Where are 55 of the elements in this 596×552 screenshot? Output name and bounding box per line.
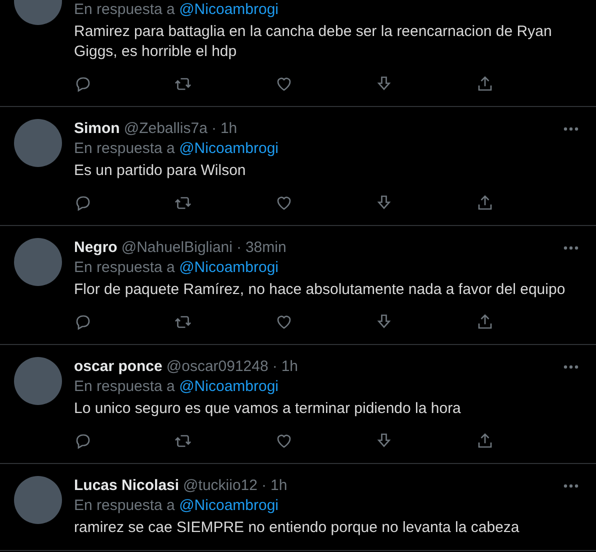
separator-dot: · [261, 476, 266, 496]
avatar[interactable] [14, 357, 62, 405]
retweet-icon[interactable] [174, 194, 192, 212]
separator-dot: · [272, 357, 278, 377]
timestamp[interactable]: 38min [245, 238, 286, 258]
username[interactable]: @oscar091248 [166, 357, 268, 377]
separator-dot: · [236, 238, 242, 258]
arrow-down-icon[interactable] [375, 432, 394, 450]
reply-label: En respuesta a [74, 1, 175, 18]
timestamp[interactable]: 1h [281, 357, 298, 377]
tweet-text: ramirez se cae SIEMPRE no entiendo porque no levanta la cabeza [74, 518, 520, 538]
username[interactable]: @NahuelBigliani [121, 238, 232, 258]
mention-link[interactable]: @Nicoambrogi [179, 259, 279, 276]
share-icon[interactable] [476, 313, 494, 331]
share-icon[interactable] [476, 194, 494, 212]
reply-label: En respuesta a [74, 259, 175, 276]
tweet-text: Lo unico seguro es que vamos a terminar pidiendo la hora [74, 399, 462, 419]
mention-link[interactable]: @Nicoambrogi [179, 140, 279, 157]
username[interactable]: @tuckiio12 [183, 476, 258, 496]
mention-link[interactable]: @Nicoambrogi [179, 378, 279, 395]
avatar[interactable] [14, 476, 62, 524]
reply-icon[interactable] [74, 194, 92, 212]
retweet-icon[interactable] [174, 75, 192, 93]
reply-label: En respuesta a [74, 140, 175, 157]
mention-link[interactable]: @Nicoambrogi [179, 497, 279, 514]
tweet-text: Flor de paquete Ramírez, no hace absolutamente nada a favor del equipo [74, 280, 566, 300]
display-name[interactable]: Lucas Nicolasi [74, 476, 180, 496]
retweet-icon[interactable] [174, 432, 192, 450]
reply-icon[interactable] [74, 432, 92, 450]
timestamp[interactable]: 1h [220, 119, 238, 139]
avatar[interactable] [14, 238, 62, 286]
tweet-text: Ramirez para battaglia en la cancha debe ser la reencarnacion de Ryan Giggs, es horrible el hdp [74, 22, 553, 62]
reply-label: En respuesta a [74, 378, 175, 395]
avatar[interactable] [14, 119, 62, 167]
arrow-down-icon[interactable] [375, 75, 394, 93]
heart-icon[interactable] [274, 432, 293, 450]
heart-icon[interactable] [274, 313, 293, 331]
display-name[interactable]: Negro [74, 238, 118, 258]
username[interactable]: @Zeballis7a [124, 119, 208, 139]
arrow-down-icon[interactable] [375, 313, 394, 331]
display-name[interactable]: oscar ponce [74, 357, 162, 377]
reply-icon[interactable] [74, 313, 92, 331]
display-name[interactable]: Simon [74, 119, 120, 139]
timestamp[interactable]: 1h [270, 476, 288, 496]
arrow-down-icon[interactable] [375, 194, 394, 212]
tweet-text: Es un partido para Wilson [74, 161, 247, 181]
share-icon[interactable] [476, 432, 494, 450]
separator-dot: · [211, 119, 216, 139]
heart-icon[interactable] [274, 194, 293, 212]
share-icon[interactable] [476, 75, 494, 93]
reply-icon[interactable] [74, 75, 92, 93]
heart-icon[interactable] [274, 75, 293, 93]
mention-link[interactable]: @Nicoambrogi [179, 1, 279, 18]
reply-label: En respuesta a [74, 497, 175, 514]
retweet-icon[interactable] [174, 313, 192, 331]
